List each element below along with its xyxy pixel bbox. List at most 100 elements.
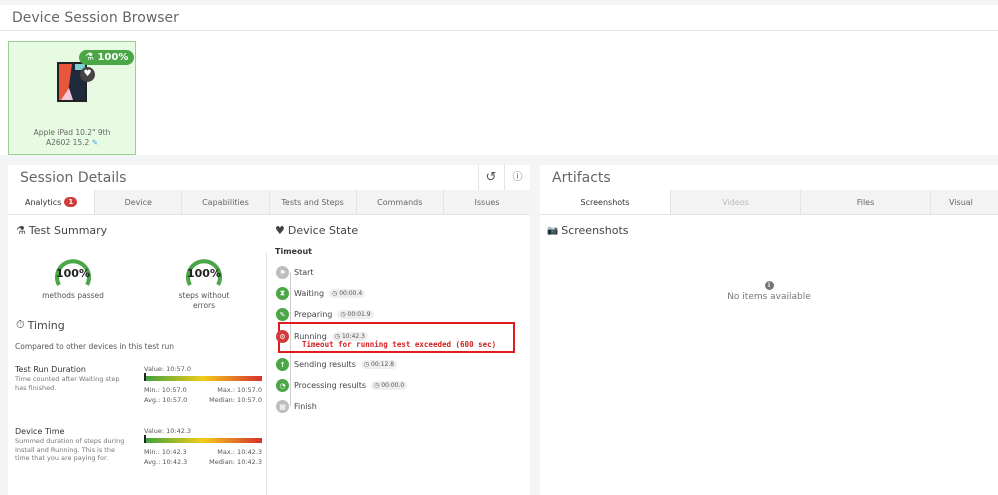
tab-files[interactable]: Files — [800, 190, 930, 214]
session-tabs: Analytics1 Device Capabilities Tests and… — [8, 190, 530, 215]
step-label: Finish — [294, 402, 317, 411]
device-session-browser: Device Session Browser ♥ ⚗ 100% Apple iP… — [0, 5, 998, 155]
divider — [0, 30, 998, 31]
timeline-step: ◔ Processing results ◷ 00:00.0 — [276, 379, 407, 392]
panel-title: Session Details — [20, 170, 126, 186]
metric-max: Max.: 10:57.0 — [217, 386, 262, 394]
tab-issues[interactable]: Issues — [443, 190, 530, 214]
tab-visual[interactable]: Visual — [930, 190, 998, 214]
test-run-duration-metric: Test Run Duration Time counted after Wai… — [15, 365, 265, 415]
step-duration: ◷ 00:00.0 — [371, 381, 407, 390]
flask-icon: ⚗ — [85, 52, 94, 63]
metric-value: Value: 10:57.0 — [144, 365, 191, 373]
duration-value: 00:00.4 — [339, 290, 362, 297]
metric-median: Median: 10:57.0 — [209, 396, 262, 404]
heading-text: Screenshots — [561, 224, 628, 237]
step-label: Sending results — [294, 360, 356, 369]
step-label: Preparing — [294, 310, 332, 319]
badge-value: 100% — [97, 52, 128, 63]
gauge-label: steps without errors — [169, 291, 239, 311]
screenshots-heading: 📷Screenshots — [547, 224, 629, 237]
value-marker — [144, 373, 146, 381]
test-summary-heading: ⚗Test Summary — [16, 224, 107, 237]
metric-min: Min.: 10:57.0 — [144, 386, 187, 394]
gauge-label: methods passed — [38, 291, 108, 301]
timeline-step: ▦ Finish — [276, 400, 317, 413]
clock-icon: ◷ — [374, 382, 379, 389]
step-label: Processing results — [294, 381, 366, 390]
tab-screenshots[interactable]: Screenshots — [540, 190, 670, 214]
error-message: Timeout for running test exceeded (600 s… — [302, 340, 496, 349]
info-icon: i — [765, 281, 774, 290]
heading-text: Timing — [28, 319, 65, 332]
step-duration: ◷ 00:01.9 — [337, 310, 373, 319]
help-button[interactable]: ⓘ — [504, 165, 530, 190]
success-badge: ⚗ 100% — [79, 50, 134, 65]
camera-icon: 📷 — [547, 226, 558, 236]
column-divider — [266, 253, 267, 495]
clock-icon: ◔ — [276, 379, 289, 392]
duration-value: 00:00.0 — [381, 382, 404, 389]
timeline-step: ⚑ Start — [276, 266, 314, 279]
timing-subtitle: Compared to other devices in this test r… — [15, 342, 174, 351]
tab-analytics[interactable]: Analytics1 — [8, 190, 94, 214]
artifacts-panel: Artifacts Screenshots Videos Files Visua… — [540, 165, 998, 495]
timeline-step: ↑ Sending results ◷ 00:12.8 — [276, 358, 397, 371]
flask-icon: ⚗ — [16, 224, 26, 237]
issues-count-badge: 1 — [64, 197, 77, 207]
heading-text: Device State — [288, 224, 358, 237]
heartbeat-icon: ♥ — [275, 224, 285, 237]
panel-title: Artifacts — [552, 170, 611, 186]
flag-icon: ⚑ — [276, 266, 289, 279]
empty-message: No items available — [540, 292, 998, 302]
step-duration: ◷ 00:00.4 — [329, 289, 365, 298]
gauge-value: 100% — [169, 267, 239, 280]
metric-avg: Avg.: 10:42.3 — [144, 458, 187, 466]
metric-name: Device Time — [15, 427, 64, 436]
clock-icon: ◷ — [364, 361, 369, 368]
metric-description: Time counted after Waiting step has fini… — [15, 375, 130, 392]
state-status: Timeout — [275, 247, 312, 256]
panel-title: Device Session Browser — [12, 10, 179, 26]
tab-label: Analytics — [25, 198, 61, 207]
metric-name: Test Run Duration — [15, 365, 86, 374]
gears-icon: ⚙ — [276, 330, 289, 343]
value-marker — [144, 435, 146, 443]
device-os: A2602 15.2 — [46, 138, 89, 147]
device-card[interactable]: ♥ ⚗ 100% Apple iPad 10.2" 9thA2602 15.2 … — [8, 41, 136, 155]
finish-flag-icon: ▦ — [276, 400, 289, 413]
timing-bar — [144, 438, 262, 443]
clock-icon: ◷ — [335, 333, 340, 340]
clock-icon: ◷ — [332, 290, 337, 297]
device-name: Apple iPad 10.2" 9thA2602 15.2 ✎ — [9, 128, 135, 148]
device-state-heading: ♥Device State — [275, 224, 358, 237]
cloud-upload-icon: ↑ — [276, 358, 289, 371]
timeline-step: ⧗Waiting◷ 00:00.4 — [276, 287, 365, 300]
stopwatch-icon: ⏱ — [16, 318, 25, 332]
tab-commands[interactable]: Commands — [356, 190, 443, 214]
duration-value: 00:01.9 — [348, 311, 371, 318]
tab-device[interactable]: Device — [94, 190, 181, 214]
hourglass-icon: ⧗ — [276, 287, 289, 300]
device-model-name: Apple iPad 10.2" 9th — [9, 128, 135, 138]
duration-value: 00:12.8 — [371, 361, 394, 368]
metric-description: Summed duration of steps during Install … — [15, 437, 130, 463]
metric-median: Median: 10:42.3 — [209, 458, 262, 466]
heart-monitor-icon: ♥ — [80, 67, 95, 82]
timing-heading: ⏱Timing — [16, 318, 65, 332]
gauge-value: 100% — [38, 267, 108, 280]
timing-bar — [144, 376, 262, 381]
reset-button[interactable]: ↺ — [478, 165, 503, 190]
step-duration: ◷ 00:12.8 — [361, 360, 397, 369]
edit-icon[interactable]: ✎ — [92, 138, 98, 147]
duration-value: 10:42.3 — [342, 333, 365, 340]
heading-text: Test Summary — [29, 224, 107, 237]
tab-capabilities[interactable]: Capabilities — [181, 190, 268, 214]
methods-passed-gauge: 100% methods passed — [38, 255, 108, 301]
metric-avg: Avg.: 10:57.0 — [144, 396, 187, 404]
empty-state: i No items available — [540, 281, 998, 302]
device-time-metric: Device Time Summed duration of steps dur… — [15, 427, 265, 477]
artifact-tabs: Screenshots Videos Files Visual — [540, 190, 998, 215]
tab-tests-and-steps[interactable]: Tests and Steps — [269, 190, 356, 214]
step-label: Start — [294, 268, 314, 277]
